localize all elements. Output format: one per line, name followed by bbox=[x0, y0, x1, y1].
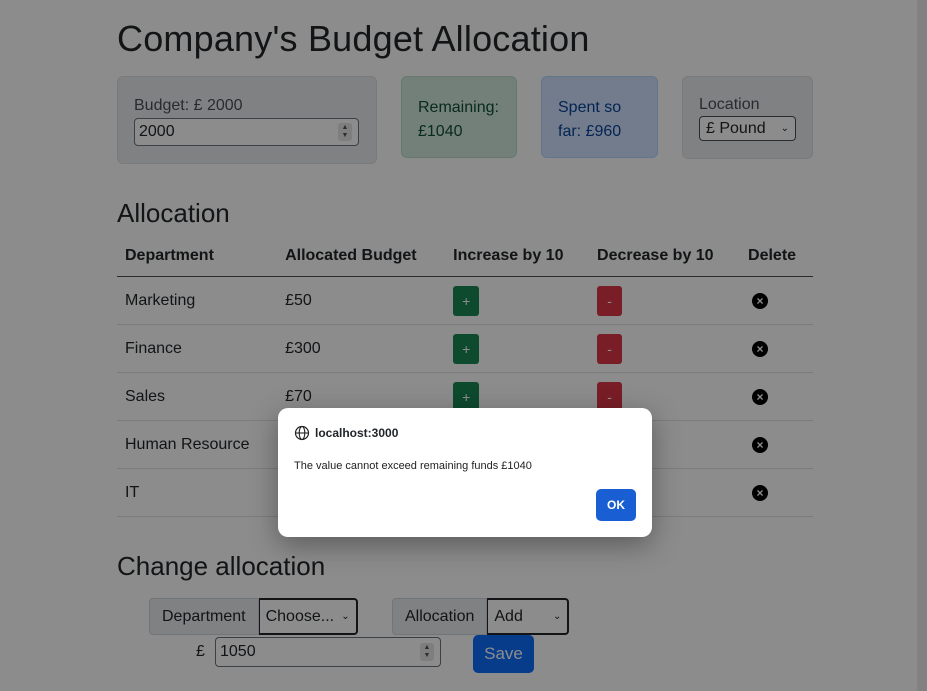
dialog-origin: localhost:3000 bbox=[294, 425, 398, 441]
dialog-message: The value cannot exceed remaining funds … bbox=[294, 460, 532, 472]
globe-icon bbox=[294, 425, 310, 441]
ok-button[interactable]: OK bbox=[596, 489, 636, 521]
modal-overlay bbox=[0, 0, 927, 691]
alert-dialog: localhost:3000 The value cannot exceed r… bbox=[278, 408, 652, 537]
scrollbar-track bbox=[917, 0, 927, 691]
dialog-origin-text: localhost:3000 bbox=[315, 426, 399, 440]
